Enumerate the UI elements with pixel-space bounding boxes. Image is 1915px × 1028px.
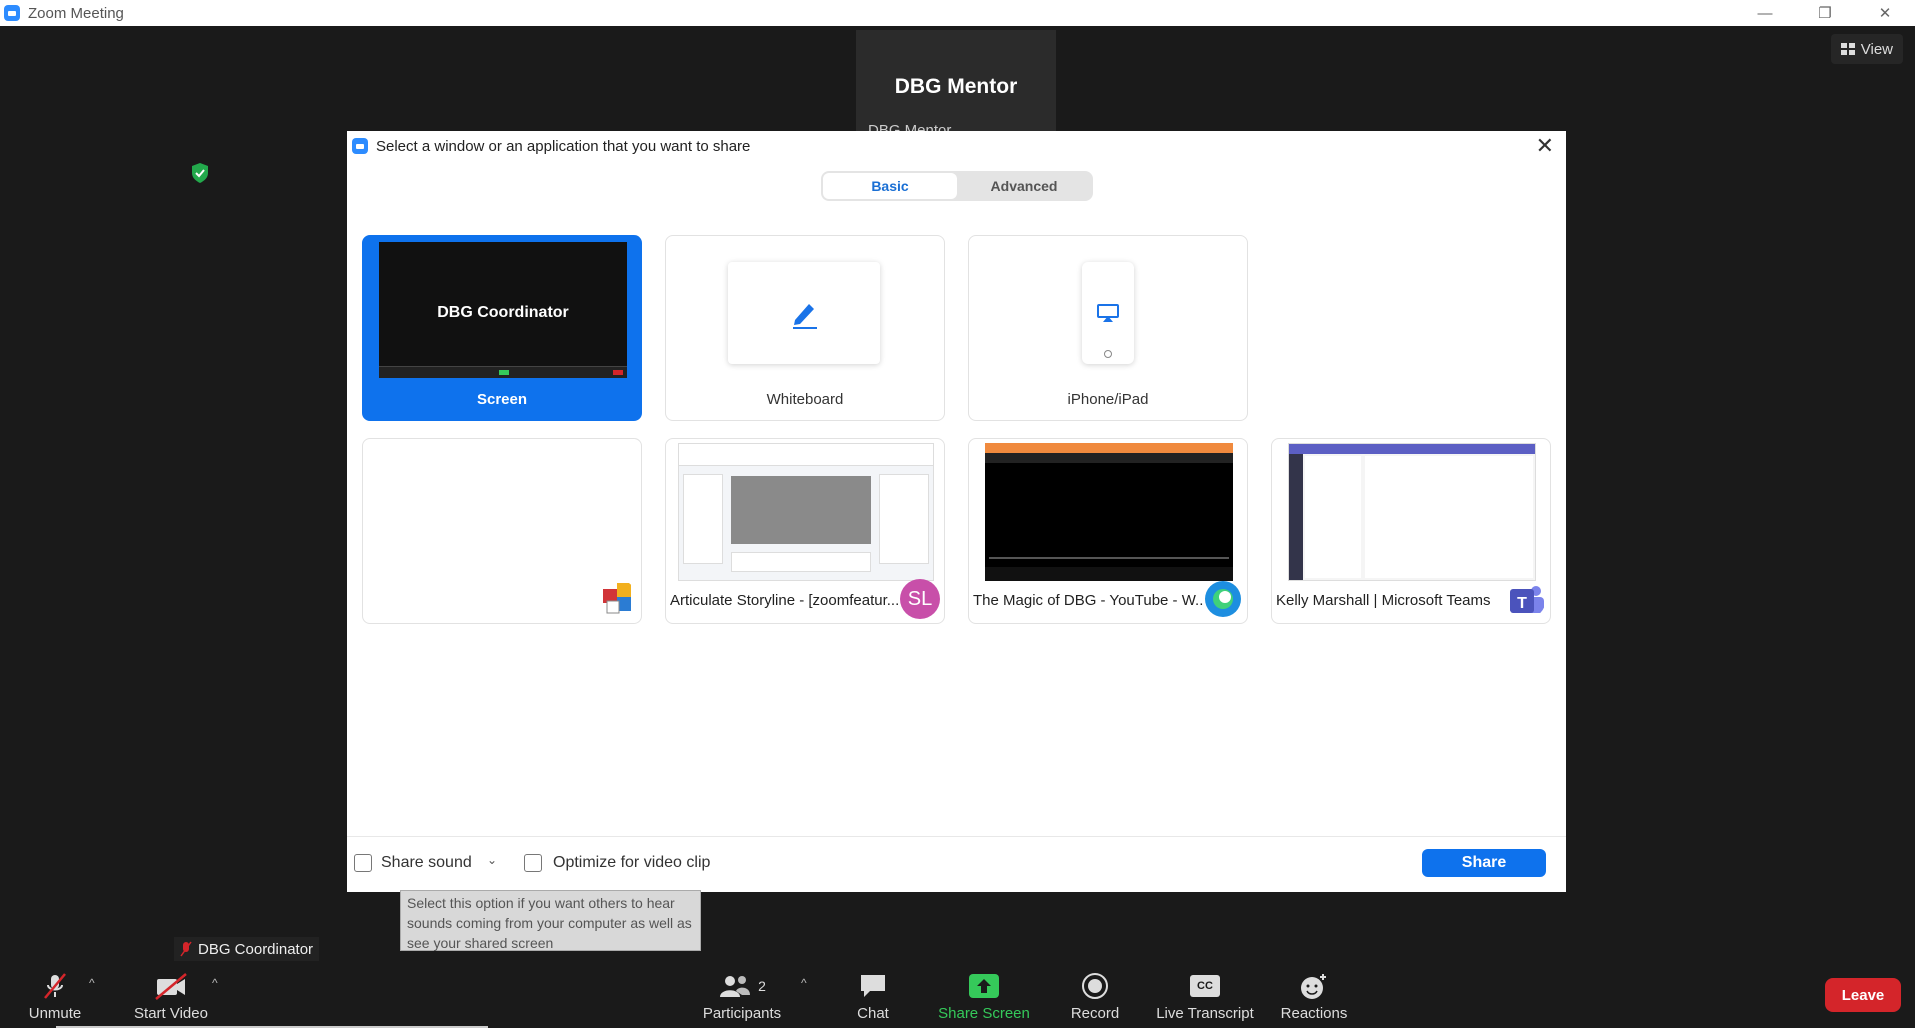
screen-thumbnail: DBG Coordinator (379, 242, 627, 378)
unmute-label: Unmute (28, 1005, 82, 1022)
share-screen-label: Share Screen (938, 1005, 1030, 1022)
participants-label: Participants (702, 1005, 782, 1022)
zoom-app-icon (4, 5, 20, 21)
share-sound-label: Share sound (381, 854, 472, 871)
storyline-app-icon: SL (900, 579, 940, 619)
chat-icon (861, 975, 885, 997)
live-transcript-label: Live Transcript (1156, 1005, 1254, 1022)
phone-preview (1082, 262, 1134, 364)
share-option-whiteboard[interactable]: Whiteboard (665, 235, 945, 421)
teams-thumbnail (1288, 443, 1536, 581)
live-transcript-button[interactable]: CC Live Transcript (1152, 962, 1258, 1028)
record-label: Record (1070, 1005, 1120, 1022)
screen-thumb-title: DBG Coordinator (437, 304, 569, 321)
unmute-button[interactable]: Unmute (14, 962, 96, 1028)
window-label: The Magic of DBG - YouTube - W... (973, 592, 1203, 609)
optimize-video-label: Optimize for video clip (553, 854, 711, 871)
active-speaker-tile: DBG Mentor DBG Mentor (856, 30, 1056, 139)
reactions-button[interactable]: Reactions (1273, 962, 1355, 1028)
window-titlebar: Zoom Meeting — ❐ ✕ (0, 0, 1915, 26)
video-options-chevron-icon[interactable]: ^ (212, 976, 218, 990)
share-window-untitled[interactable] (362, 438, 642, 624)
meeting-toolbar: Unmute ^ Start Video ^ 2 Participants ^ (0, 962, 1915, 1028)
start-video-label: Start Video (134, 1005, 208, 1022)
tab-advanced[interactable]: Advanced (957, 173, 1091, 199)
start-video-button[interactable]: Start Video (125, 962, 217, 1028)
reactions-label: Reactions (1280, 1005, 1348, 1022)
speaker-name: DBG Mentor (894, 75, 1018, 98)
view-button[interactable]: View (1830, 34, 1903, 64)
zoom-app-icon (352, 138, 368, 154)
share-window-storyline[interactable]: Articulate Storyline - [zoomfeatur... SL (665, 438, 945, 624)
share-option-label: iPhone/iPad (1067, 391, 1149, 408)
muted-mic-icon (180, 941, 192, 957)
grid-icon (1840, 43, 1855, 55)
leave-button[interactable]: Leave (1825, 978, 1901, 1012)
teams-app-icon: T (1510, 586, 1544, 613)
muted-mic-icon (44, 973, 66, 999)
self-name: DBG Coordinator (198, 940, 314, 958)
share-sound-tooltip: Select this option if you want others to… (400, 890, 701, 951)
view-label: View (1860, 40, 1893, 58)
share-button[interactable]: Share (1422, 849, 1546, 877)
share-screen-button[interactable]: Share Screen (933, 962, 1035, 1028)
storyline-thumbnail (678, 443, 934, 581)
dialog-title: Select a window or an application that y… (376, 137, 751, 155)
close-window-button[interactable]: ✕ (1855, 0, 1915, 26)
window-controls: — ❐ ✕ (1735, 0, 1915, 26)
window-label: Articulate Storyline - [zoomfeatur... (670, 592, 900, 609)
reactions-icon (1301, 974, 1326, 999)
whiteboard-preview (728, 262, 880, 364)
participants-button[interactable]: 2 Participants (696, 962, 788, 1028)
svg-text:T: T (1517, 595, 1527, 612)
edge-browser-icon (1205, 581, 1241, 617)
participants-icon (720, 976, 751, 997)
share-window-teams[interactable]: Kelly Marshall | Microsoft Teams T (1271, 438, 1551, 624)
youtube-thumbnail (985, 443, 1233, 581)
record-icon (1082, 973, 1108, 999)
share-option-screen[interactable]: DBG Coordinator Screen (362, 235, 642, 421)
share-option-iphone-ipad[interactable]: iPhone/iPad (968, 235, 1248, 421)
chat-button[interactable]: Chat (843, 962, 903, 1028)
chat-label: Chat (857, 1005, 889, 1022)
participant-count: 2 (758, 978, 766, 994)
dialog-footer: Share sound ⌄ Optimize for video clip Sh… (347, 836, 1566, 892)
chevron-down-icon[interactable]: ⌄ (487, 853, 497, 867)
share-screen-dialog: Select a window or an application that y… (347, 131, 1566, 892)
restore-button[interactable]: ❐ (1795, 0, 1855, 26)
share-sound-checkbox[interactable] (354, 854, 372, 872)
home-button (1104, 350, 1112, 358)
audio-options-chevron-icon[interactable]: ^ (89, 976, 95, 990)
closed-caption-icon: CC (1190, 975, 1220, 997)
pen-icon (793, 304, 817, 329)
close-icon[interactable]: ✕ (1536, 135, 1554, 157)
optimize-video-checkbox[interactable] (524, 854, 542, 872)
share-window-youtube[interactable]: The Magic of DBG - YouTube - W... (968, 438, 1248, 624)
share-option-label: Whiteboard (766, 391, 844, 408)
self-name-tag: DBG Coordinator (174, 937, 320, 961)
participants-options-chevron-icon[interactable]: ^ (801, 976, 807, 990)
share-screen-icon (969, 974, 999, 998)
video-off-icon (155, 973, 187, 1000)
office-app-icon (603, 583, 631, 614)
window-label: Kelly Marshall | Microsoft Teams (1276, 592, 1491, 609)
window-title: Zoom Meeting (28, 4, 124, 22)
minimize-button[interactable]: — (1735, 0, 1795, 26)
share-mode-tabs: Basic Advanced (821, 171, 1093, 201)
security-shield-icon[interactable] (190, 162, 210, 184)
record-button[interactable]: Record (1060, 962, 1130, 1028)
dialog-header: Select a window or an application that y… (347, 131, 1566, 161)
tab-basic[interactable]: Basic (823, 173, 957, 199)
share-option-label: Screen (476, 391, 528, 408)
airplay-icon (1097, 304, 1119, 322)
